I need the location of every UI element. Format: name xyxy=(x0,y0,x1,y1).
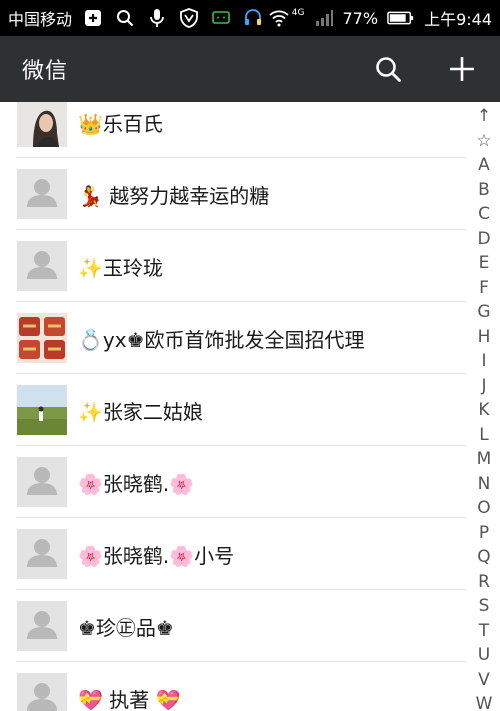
battery-icon xyxy=(386,7,416,29)
add-button[interactable] xyxy=(446,53,478,85)
search-button[interactable] xyxy=(372,53,404,85)
contact-name: ✨玉玲珑 xyxy=(78,255,163,280)
status-bar: 中国移动 4G 77% 上午9:44 xyxy=(0,0,500,36)
wifi-icon xyxy=(268,7,290,29)
index-letter[interactable]: O xyxy=(477,496,490,521)
battery-percentage: 77% xyxy=(342,8,379,28)
contact-name: 🌸张晓鹤.🌸小号 xyxy=(78,543,235,568)
headset-icon xyxy=(242,7,264,29)
index-letter[interactable]: C xyxy=(478,202,490,227)
index-letter[interactable]: K xyxy=(478,398,489,423)
index-letter[interactable]: N xyxy=(478,472,491,497)
plus-icon xyxy=(450,57,474,81)
default-avatar-icon xyxy=(17,673,67,711)
shield-icon xyxy=(178,7,200,29)
index-letter[interactable]: H xyxy=(478,325,491,350)
contact-row[interactable]: 💍yx♚欧币首饰批发全国招代理 xyxy=(0,302,466,374)
index-letter[interactable]: V xyxy=(478,668,490,693)
index-letter[interactable]: G xyxy=(477,300,490,325)
contact-row[interactable]: 🌸张晓鹤.🌸小号 xyxy=(0,518,466,590)
network-type-label: 4G xyxy=(291,8,305,18)
contact-row[interactable]: 👑乐百氏 xyxy=(0,102,466,158)
contact-name: 👑乐百氏 xyxy=(78,111,163,136)
app-header: 微信 xyxy=(0,36,500,102)
index-starred[interactable]: ☆ xyxy=(476,129,491,154)
index-letter[interactable]: S xyxy=(479,594,490,619)
index-letter[interactable]: B xyxy=(478,178,490,203)
index-letter[interactable]: U xyxy=(478,643,490,668)
index-letter[interactable]: F xyxy=(479,276,489,301)
microphone-icon xyxy=(146,7,168,29)
index-letter[interactable]: W xyxy=(476,692,493,711)
index-letter[interactable]: P xyxy=(479,521,489,546)
contact-row[interactable]: ✨玉玲珑 xyxy=(0,230,466,302)
contact-name: ♚珍㊣品♚ xyxy=(78,615,174,640)
signal-icon xyxy=(313,7,335,29)
index-letter[interactable]: D xyxy=(477,227,490,252)
search-icon xyxy=(376,57,401,82)
contact-name: 🌸张晓鹤.🌸 xyxy=(78,471,195,496)
index-top[interactable]: ↑ xyxy=(477,104,491,129)
default-avatar-icon xyxy=(17,241,67,291)
default-avatar-icon xyxy=(17,529,67,579)
alphabet-index-bar[interactable]: ↑ ☆ A B C D E F G H I J K L M N O P Q R … xyxy=(468,104,500,711)
avatar xyxy=(17,313,67,363)
index-letter[interactable]: E xyxy=(479,251,490,276)
contact-row[interactable]: 💝 执著 💝 xyxy=(0,662,466,711)
contact-list: 👑乐百氏 💃 越努力越幸运的糖 ✨玉玲珑 💍yx♚欧币首饰批发全国招代理 ✨张家… xyxy=(0,102,466,711)
page-title: 微信 xyxy=(22,59,69,84)
index-letter[interactable]: A xyxy=(478,153,490,178)
avatar xyxy=(17,102,67,147)
index-letter[interactable]: I xyxy=(481,349,486,374)
contact-row[interactable]: 💃 越努力越幸运的糖 xyxy=(0,158,466,230)
search-notification-icon xyxy=(114,7,136,29)
contact-name: 💝 执著 💝 xyxy=(78,687,181,711)
index-letter[interactable]: Q xyxy=(477,545,490,570)
index-letter[interactable]: T xyxy=(479,619,489,644)
contact-row[interactable]: ♚珍㊣品♚ xyxy=(0,590,466,662)
add-notification-icon xyxy=(82,7,104,29)
default-avatar-icon xyxy=(17,601,67,651)
contact-name: 💍yx♚欧币首饰批发全国招代理 xyxy=(78,327,365,352)
index-letter[interactable]: J xyxy=(481,374,486,399)
index-letter[interactable]: R xyxy=(478,570,490,595)
contact-row[interactable]: ✨张家二姑娘 xyxy=(0,374,466,446)
contact-name: ✨张家二姑娘 xyxy=(78,399,203,424)
default-avatar-icon xyxy=(17,169,67,219)
wechat-notification-icon xyxy=(210,7,232,29)
contact-name: 💃 越努力越幸运的糖 xyxy=(78,183,270,208)
carrier-label: 中国移动 xyxy=(8,10,73,29)
index-letter[interactable]: L xyxy=(479,423,488,448)
avatar xyxy=(17,385,67,435)
clock: 上午9:44 xyxy=(424,10,492,29)
contact-row[interactable]: 🌸张晓鹤.🌸 xyxy=(0,446,466,518)
index-letter[interactable]: M xyxy=(477,447,492,472)
default-avatar-icon xyxy=(17,457,67,507)
